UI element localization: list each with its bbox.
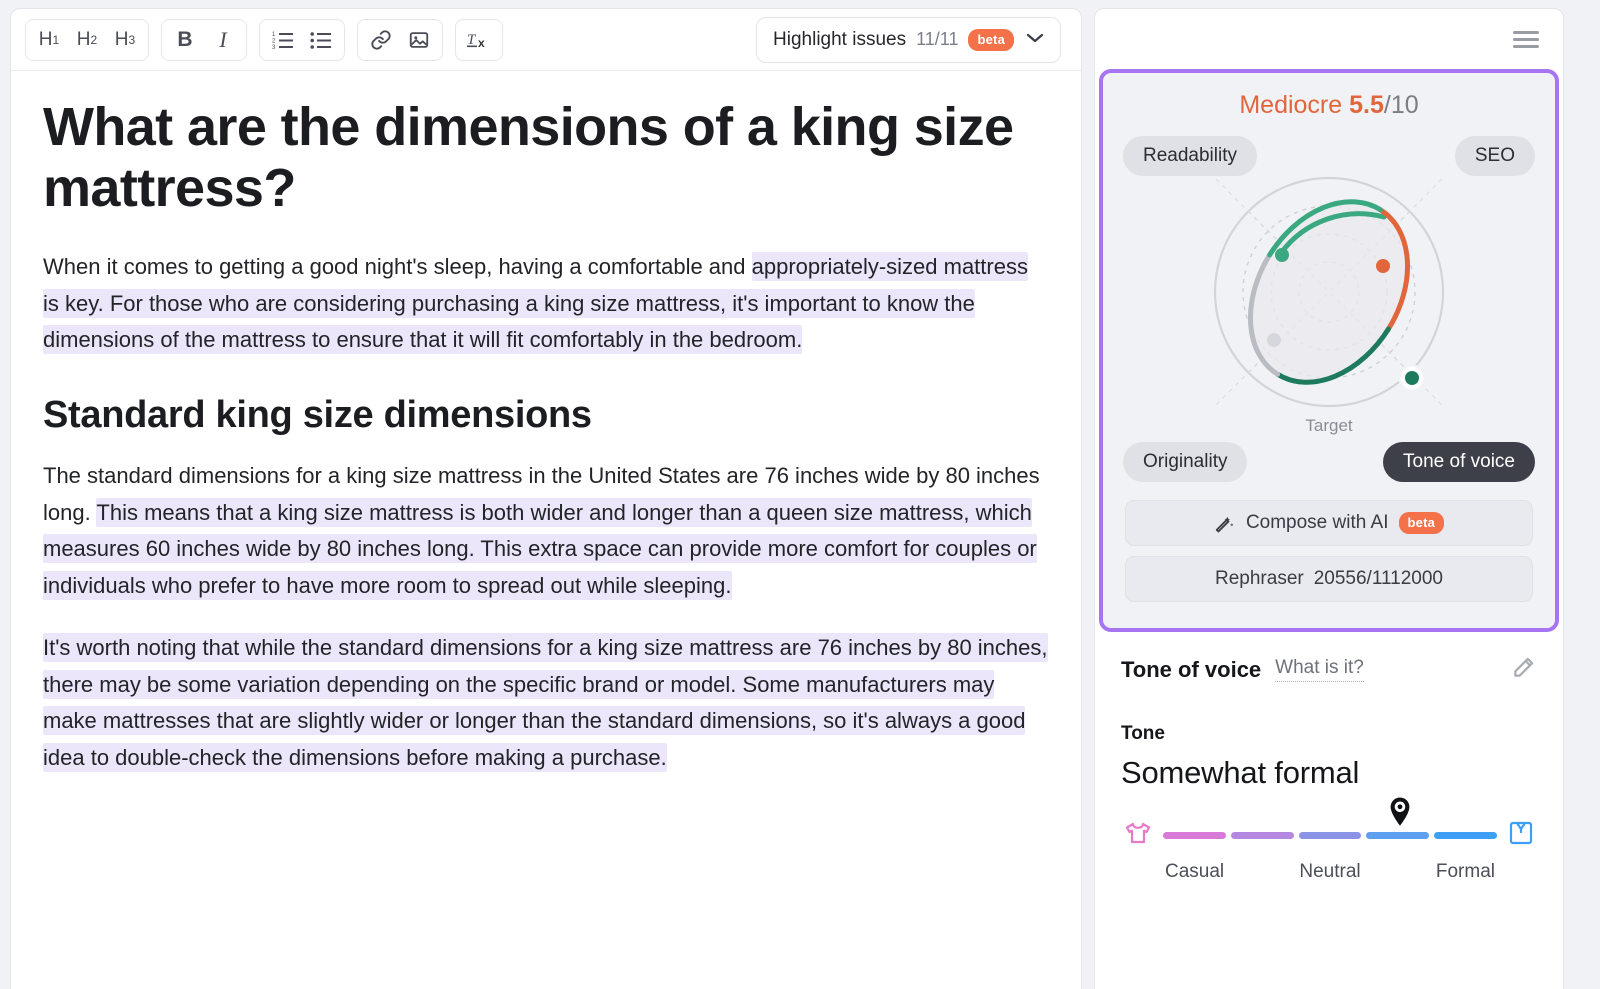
metric-row-bottom: Originality Tone of voice [1117, 442, 1541, 482]
overall-score: Mediocre 5.5/10 [1117, 91, 1541, 120]
section-heading: Standard king size dimensions [43, 393, 592, 436]
image-button[interactable] [400, 22, 438, 58]
tone-header: Tone of voice What is it? [1121, 654, 1537, 685]
compose-with-ai-label: Compose with AI [1245, 512, 1389, 533]
location-pin-icon[interactable] [1385, 795, 1415, 834]
bullet-list-icon [310, 31, 331, 49]
data-point-seo[interactable] [1376, 259, 1390, 273]
data-point-tone-of-voice[interactable] [1405, 371, 1419, 385]
chevron-down-icon[interactable] [1026, 31, 1044, 48]
svg-text:1: 1 [272, 32, 276, 38]
highlight-issues-control[interactable]: Highlight issues 11/11 beta [756, 16, 1061, 63]
hamburger-menu-icon[interactable] [1507, 25, 1545, 54]
data-point-readability[interactable] [1275, 248, 1289, 262]
tone-section-title: Tone of voice [1121, 656, 1262, 682]
slider-segment-2[interactable] [1230, 832, 1294, 839]
what-is-it-link[interactable]: What is it? [1275, 657, 1364, 682]
highlight-issues-label: Highlight issues [773, 28, 907, 50]
rephraser-label: Rephraser [1215, 568, 1304, 589]
slider-segment-3[interactable] [1298, 832, 1362, 839]
svg-text:x: x [478, 36, 485, 50]
rephraser-button[interactable]: Rephraser 20556/1112000 [1125, 556, 1533, 602]
image-icon [409, 31, 429, 48]
app-root: H1 H2 H3 B I 1 2 3 T x Highlight issues … [0, 0, 1600, 989]
score-card: Mediocre 5.5/10 Readability SEO Target O… [1099, 69, 1559, 632]
pencil-icon[interactable] [1511, 654, 1537, 685]
analysis-panel: Mediocre 5.5/10 Readability SEO Target O… [1094, 8, 1564, 989]
rephraser-count: 20556/1112000 [1313, 568, 1443, 589]
target-label: Target [1305, 416, 1353, 435]
heading-3-label: 3 [128, 32, 136, 47]
document-body[interactable]: What are the dimensions of a king size m… [11, 71, 1081, 776]
italic-button[interactable]: I [204, 22, 242, 58]
compose-beta-badge: beta [1398, 512, 1445, 534]
paragraph-3: It's worth noting that while the standar… [43, 630, 1049, 776]
paragraph-2: The standard dimensions for a king size … [43, 458, 1049, 604]
dress-shirt-icon [1507, 819, 1535, 852]
list-group: 1 2 3 [259, 18, 345, 61]
svg-text:3: 3 [272, 45, 276, 50]
paragraph-1-plain: When it comes to getting a good night's … [43, 254, 752, 280]
score-max: /10 [1383, 91, 1419, 119]
heading-3-button[interactable]: H3 [106, 22, 144, 58]
tone-scale-labels: Casual Neutral Formal [1165, 861, 1495, 883]
paragraph-2-highlight[interactable]: This means that a king size mattress is … [43, 497, 1037, 600]
clear-format-group: T x [455, 18, 503, 61]
slider-segment-5[interactable] [1434, 832, 1497, 839]
paragraph-3-highlight[interactable]: It's worth noting that while the standar… [43, 633, 1048, 772]
ordered-list-button[interactable]: 1 2 3 [264, 22, 302, 58]
text-style-group: B I [161, 18, 247, 61]
tone-of-voice-section: Tone of voice What is it? Tone Somewhat … [1095, 632, 1563, 883]
heading-2-label: 2 [90, 32, 98, 47]
editor-panel: H1 H2 H3 B I 1 2 3 T x Highlight issues … [10, 8, 1082, 989]
heading-button-group: H1 H2 H3 [25, 18, 149, 61]
link-button[interactable] [362, 22, 400, 58]
metric-originality[interactable]: Originality [1123, 442, 1248, 482]
clear-formatting-icon: T x [467, 32, 485, 50]
editor-toolbar: H1 H2 H3 B I 1 2 3 T x Highlight issues … [11, 9, 1081, 71]
compose-with-ai-button[interactable]: Compose with AI beta [1125, 500, 1533, 546]
slider-segment-1[interactable] [1163, 832, 1226, 839]
insert-group [357, 18, 443, 61]
tone-slider-row [1123, 819, 1535, 852]
score-rating: Mediocre [1239, 91, 1343, 119]
clear-formatting-button[interactable]: T x [460, 22, 498, 58]
scale-label-neutral: Neutral [1299, 861, 1361, 882]
tshirt-icon [1123, 820, 1153, 851]
radar-chart-svg [1213, 176, 1445, 408]
metric-tone-of-voice[interactable]: Tone of voice [1383, 442, 1535, 482]
ordered-list-icon: 1 2 3 [272, 32, 293, 50]
bullet-list-button[interactable] [302, 22, 340, 58]
tone-slider-track[interactable] [1163, 832, 1497, 839]
scale-label-formal: Formal [1435, 861, 1495, 882]
tone-subtitle: Tone [1121, 723, 1165, 744]
panel-header [1095, 9, 1563, 69]
heading-2-button[interactable]: H2 [68, 22, 106, 58]
score-value: 5.5 [1349, 91, 1384, 119]
highlight-issues-count: 11/11 [916, 29, 959, 49]
paragraph-1: When it comes to getting a good night's … [43, 249, 1049, 359]
tone-slider[interactable]: Casual Neutral Formal [1121, 797, 1537, 883]
radar-chart: Target [1117, 170, 1541, 442]
tone-value: Somewhat formal [1121, 755, 1360, 790]
heading-1-button[interactable]: H1 [30, 22, 68, 58]
scale-label-casual: Casual [1165, 861, 1225, 882]
heading-1-label: 1 [52, 32, 60, 47]
link-icon [371, 29, 391, 50]
data-point-originality[interactable] [1267, 333, 1281, 347]
page-title: What are the dimensions of a king size m… [43, 97, 1014, 219]
bold-button[interactable]: B [166, 22, 204, 58]
svg-text:2: 2 [272, 38, 276, 44]
beta-badge: beta [968, 28, 1014, 51]
magic-wand-icon [1215, 516, 1234, 533]
